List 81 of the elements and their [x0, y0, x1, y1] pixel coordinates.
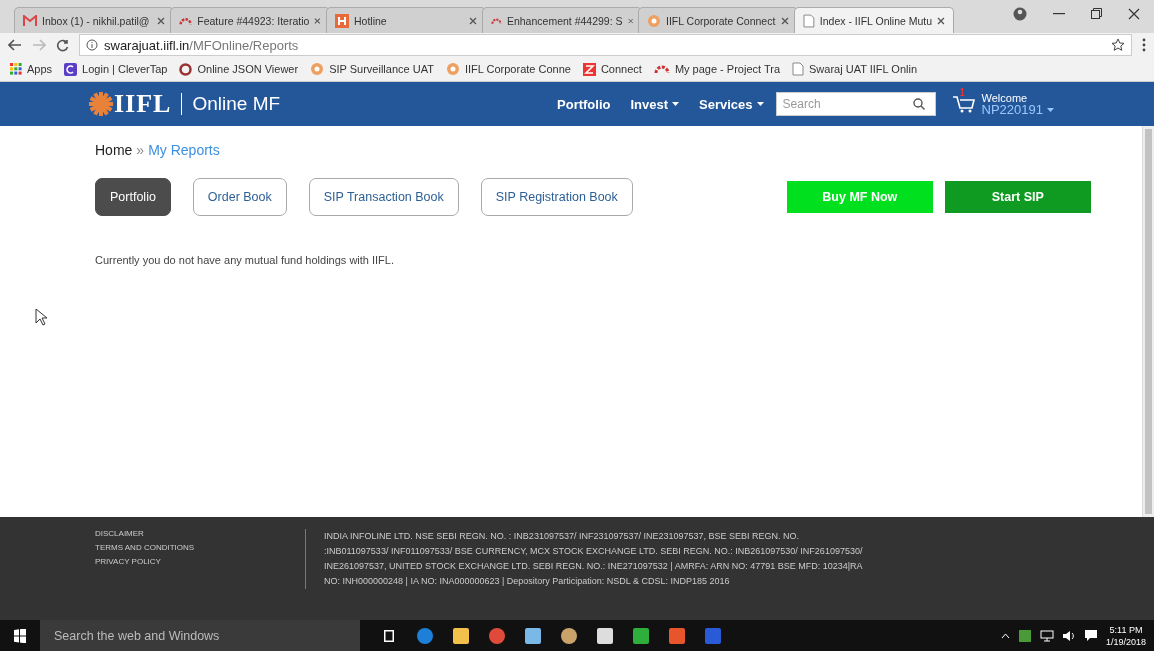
more-icon — [1142, 38, 1146, 52]
bookmark-link[interactable]: SIP Surveillance UAT — [329, 63, 434, 75]
tab-title: Inbox (1) - nikhil.patil@ — [42, 14, 151, 27]
network-icon — [1039, 629, 1054, 642]
report-tab[interactable]: SIP Transaction Book — [308, 178, 459, 216]
clock-date: 1/19/2018 — [1105, 635, 1146, 648]
nav-link[interactable]: Portfolio — [557, 96, 611, 112]
app-icon[interactable] — [632, 626, 650, 645]
close-icon — [937, 16, 945, 25]
mouse-cursor-icon — [35, 308, 47, 326]
message-icon — [1083, 629, 1098, 642]
bookmark-link[interactable]: My page - Project Tra — [674, 63, 781, 75]
app-icon[interactable] — [524, 626, 542, 645]
grid-icon — [10, 63, 22, 75]
bookmark-link[interactable]: Login | CleverTap — [82, 63, 168, 75]
legal-text: INDIA INFOLINE LTD. NSE SEBI REGN. NO. : INB231097537/ INF231097537/ INE231097537, BSE SEBI REGN. NO. :INB011097533/ INF011097533/ BSE CURRENCY, MCX STOCK EXCHANGE LTD. SEBI REGN. NO.: INB261097530/ INF261097530/ INE261097537, UNITED STOCK EXCHANGE LTD. SEBI REGN. NO.: INE271097532 | AMRFA: ARN NO: 47791 BSE MFD: 10234|RA NO: INH000000248 | IA NO: INA000000623 | Depository Participation: NSDL & CDSL: INDP185 2016 — [305, 529, 864, 589]
arc-icon — [653, 64, 670, 74]
restore-icon — [1091, 8, 1102, 19]
user-id[interactable]: NP220191 — [981, 104, 1043, 116]
tab-title: Feature #44923: Iteratio — [197, 14, 310, 27]
report-tab[interactable]: SIP Registration Book — [480, 178, 633, 216]
address-bar[interactable]: swarajuat.iifl.in/MFOnline/Reports — [79, 34, 1132, 56]
caret-icon — [1047, 108, 1054, 112]
logo-text: IIFL — [114, 89, 172, 119]
footer-link[interactable]: TERMS AND CONDITIONS — [95, 543, 305, 552]
bookmark-link[interactable]: Online JSON Viewer — [197, 63, 299, 75]
tab-title: IIFL Corporate Connect — [666, 14, 776, 27]
report-tab[interactable]: Order Book — [192, 178, 287, 216]
app-icon[interactable] — [668, 626, 686, 645]
nav-link[interactable]: Services — [699, 96, 764, 112]
empty-message: Currently you do not have any mutual fund holdings with IIFL. — [95, 254, 395, 266]
forward-arrow-icon — [32, 39, 46, 51]
logo-icon — [88, 91, 114, 117]
bookmark-link[interactable]: Swaraj UAT IIFL Onlin — [809, 63, 918, 75]
nav-link[interactable]: Invest — [630, 96, 680, 112]
tab-title: Index - IIFL Online Mutu — [819, 14, 933, 27]
action-button[interactable]: Start SIP — [944, 181, 1091, 213]
square-icon — [335, 13, 349, 28]
tab-title: Enhancement #44299: S — [506, 14, 623, 27]
envelope-icon — [23, 14, 37, 27]
circle-icon[interactable] — [488, 626, 506, 645]
report-tab[interactable]: Portfolio — [95, 178, 171, 216]
star-icon — [1111, 38, 1125, 52]
square-icon — [64, 62, 78, 76]
breadcrumb-link[interactable]: Home — [95, 142, 133, 158]
close-icon — [469, 16, 477, 25]
back-arrow-icon — [8, 39, 22, 51]
bookmark-link[interactable]: Apps — [27, 63, 53, 75]
taskbar-search[interactable]: Search the web and Windows — [40, 620, 360, 651]
welcome-text: Welcome — [981, 92, 1029, 104]
cart-icon — [951, 94, 976, 114]
reload-icon — [56, 38, 69, 52]
document-icon — [803, 13, 815, 28]
tab-title: Hotline — [354, 14, 388, 27]
caret-icon — [756, 102, 764, 106]
arc-icon — [179, 15, 193, 26]
bookmark-link[interactable]: Connect — [600, 63, 642, 75]
square-icon — [582, 62, 596, 76]
caret-icon — [672, 102, 680, 106]
url-text: swarajuat.iifl.in/MFOnline/Reports — [104, 37, 299, 53]
info-icon — [86, 39, 98, 51]
close-icon — [627, 16, 633, 25]
clock-time: 5:11 PM — [1109, 623, 1143, 636]
cart-count: 1 — [959, 87, 966, 98]
footer-link[interactable]: PRIVACY POLICY — [95, 557, 305, 566]
caret-up-icon — [1000, 632, 1010, 639]
speaker-icon — [1061, 629, 1076, 642]
close-icon — [1128, 7, 1140, 20]
document-icon — [792, 62, 805, 76]
browser-tab[interactable]: Index - IIFL Online Mutu — [794, 7, 954, 33]
product-name: Online MF — [181, 93, 281, 115]
breadcrumb-separator: » — [136, 142, 145, 158]
close-icon — [157, 16, 165, 25]
close-icon — [781, 16, 789, 25]
footer-link[interactable]: DISCLAIMER — [95, 529, 305, 538]
profile-icon — [1013, 6, 1027, 21]
bookmark-link[interactable]: IIFL Corporate Conne — [464, 63, 571, 75]
minimize-icon — [1053, 12, 1065, 15]
tray-icon — [1017, 628, 1032, 643]
ring-icon — [179, 62, 193, 76]
close-icon — [314, 16, 321, 25]
